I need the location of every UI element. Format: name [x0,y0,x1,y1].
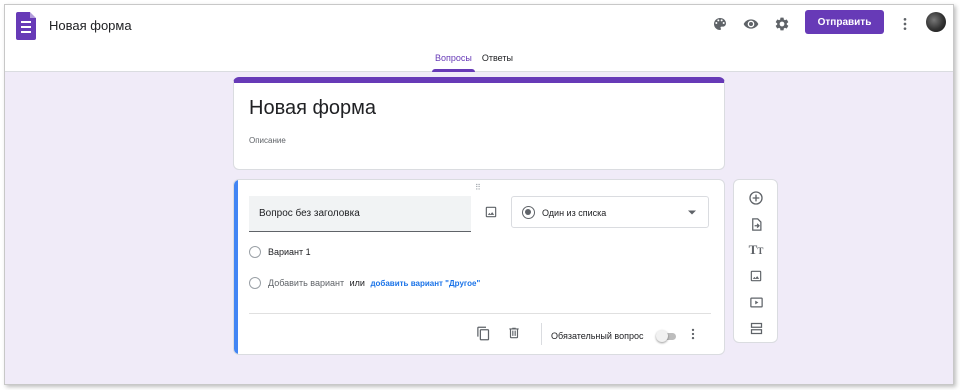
form-title-card: Новая форма Описание [233,77,725,170]
add-image-icon[interactable] [746,266,766,286]
duplicate-icon[interactable] [474,324,492,342]
add-section-icon[interactable] [746,318,766,338]
drag-handle-icon[interactable]: ⠿ [475,183,481,192]
add-image-icon[interactable] [483,204,499,220]
forms-logo[interactable] [16,12,36,40]
tab-questions[interactable]: Вопросы [430,52,477,72]
trash-icon[interactable] [505,324,523,342]
add-video-icon[interactable] [746,292,766,312]
or-text: или [349,278,365,288]
required-label: Обязательный вопрос [551,331,644,341]
active-indicator [234,180,238,354]
question-type-dropdown[interactable]: Один из списка [511,196,709,228]
more-options-icon[interactable] [686,326,700,342]
add-option-row: Добавить вариант или добавить вариант "Д… [268,278,480,288]
radio-type-icon [522,206,535,219]
eye-icon[interactable] [740,13,762,35]
add-option-button[interactable]: Добавить вариант [268,278,344,288]
import-questions-icon[interactable] [746,214,766,234]
add-toolbar: TT [733,179,778,343]
option-label[interactable]: Вариант 1 [268,247,311,257]
question-title-input[interactable]: Вопрос без заголовка [249,196,471,232]
tab-responses[interactable]: Ответы [477,52,518,72]
form-title[interactable]: Новая форма [249,97,376,120]
add-question-icon[interactable] [746,188,766,208]
question-card[interactable]: ⠿ Вопрос без заголовка Один из списка Ва… [233,179,725,355]
add-other-button[interactable]: добавить вариант "Другое" [370,279,480,288]
tab-bar: Вопросы Ответы [430,52,518,72]
gear-icon[interactable] [771,13,793,35]
footer-separator [541,323,542,345]
add-option-radio [249,277,261,289]
send-button[interactable]: Отправить [805,10,884,34]
required-toggle[interactable] [656,330,678,342]
app-window: Новая форма Отправить Вопросы Ответы Нов… [4,4,954,385]
avatar[interactable] [926,12,946,32]
option-radio [249,246,261,258]
more-vert-icon[interactable] [894,13,916,35]
question-type-label: Один из списка [542,208,607,218]
doc-title[interactable]: Новая форма [49,18,132,33]
chevron-down-icon [688,210,696,215]
footer-divider [249,313,711,314]
palette-icon[interactable] [709,13,731,35]
form-description[interactable]: Описание [249,136,286,145]
header: Новая форма Отправить Вопросы Ответы [5,5,953,72]
add-title-icon[interactable]: TT [746,240,766,260]
